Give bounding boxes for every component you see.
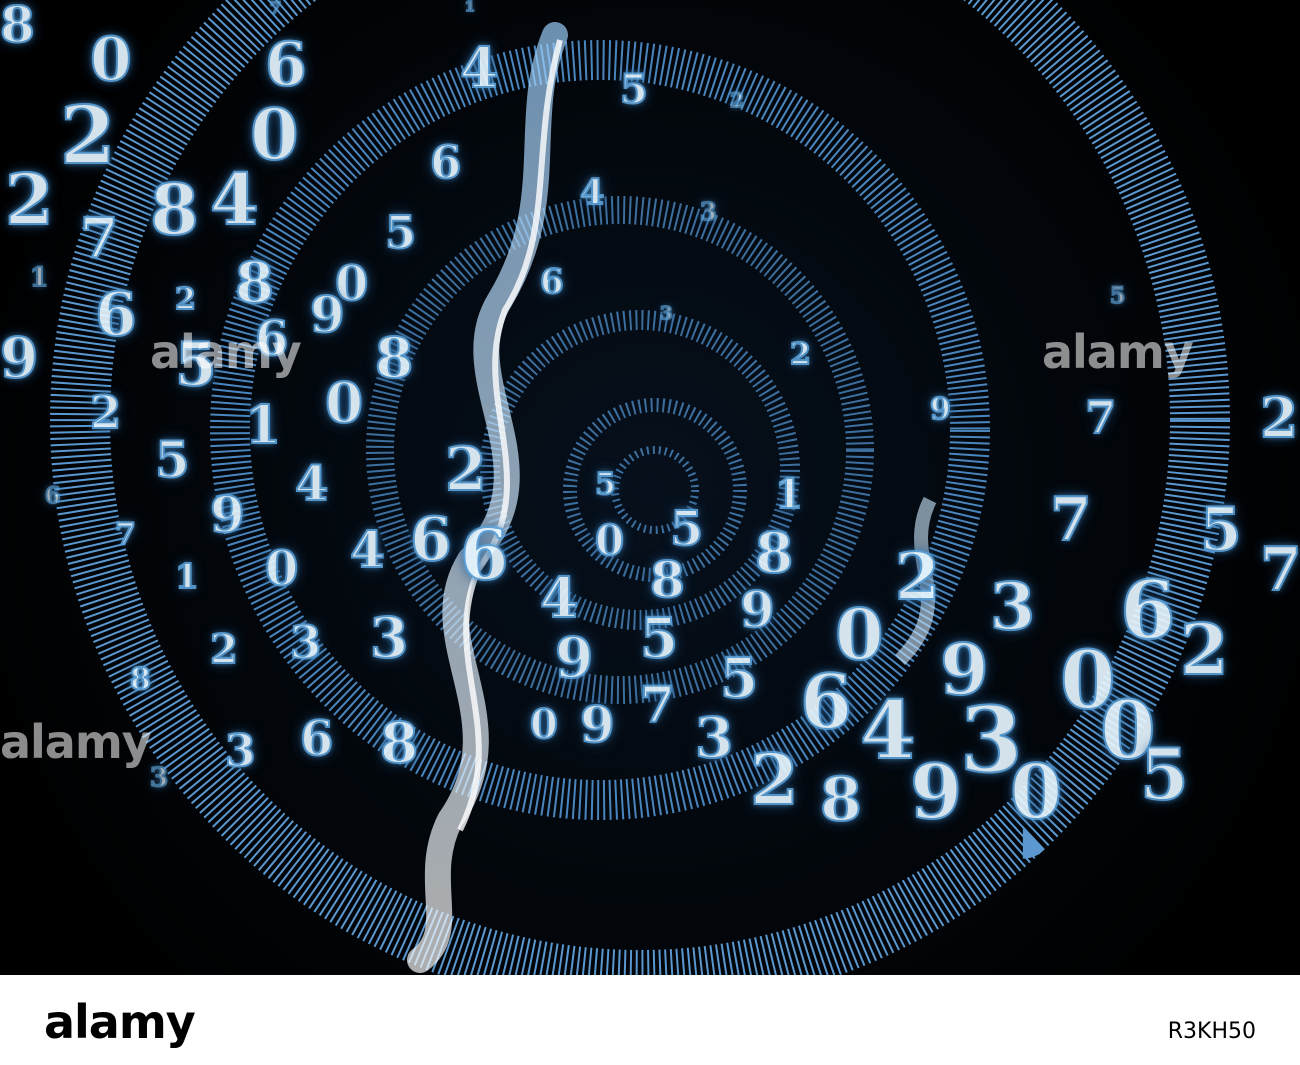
floating-digit: 7: [1049, 485, 1093, 555]
floating-digit: 0: [89, 25, 133, 95]
floating-digit: 5: [1109, 283, 1126, 309]
floating-digit: 0: [264, 541, 299, 597]
floating-digit: 8: [149, 168, 200, 251]
watermark-text: alamy: [0, 715, 152, 769]
floating-digit: 3: [699, 197, 718, 226]
floating-digit: 6: [44, 483, 61, 509]
floating-digit: 6: [459, 513, 510, 596]
floating-digit: 5: [669, 501, 704, 557]
floating-digit: 2: [729, 88, 745, 112]
floating-digit: 9: [0, 325, 39, 390]
floating-digit: 4: [459, 35, 499, 100]
floating-digit: 8: [819, 765, 863, 835]
floating-digit: 3: [659, 303, 673, 324]
floating-digit: 2: [59, 88, 117, 182]
floating-digit: 6: [409, 505, 453, 575]
floating-digit: 5: [1139, 733, 1190, 816]
floating-digit: 6: [429, 136, 462, 189]
floating-digit: 3: [149, 763, 169, 793]
floating-digit: 5: [154, 430, 191, 489]
floating-digit: 3: [224, 726, 257, 777]
floating-digit: 6: [799, 658, 853, 746]
floating-digit: 5: [639, 605, 679, 670]
floating-digit: 2: [209, 626, 239, 673]
image-id: R3KH50: [1167, 1019, 1256, 1044]
floating-digit: 4: [209, 158, 260, 241]
floating-digit: 8: [649, 550, 686, 609]
floating-digit: 1: [244, 395, 282, 456]
floating-digit: 9: [739, 580, 776, 639]
floating-digit: 2: [894, 539, 941, 615]
floating-digit: 5: [384, 206, 417, 259]
floating-digit: 5: [619, 66, 649, 113]
floating-digit: 2: [89, 386, 122, 439]
floating-digit: 7: [1084, 391, 1117, 444]
floating-digit: 9: [309, 285, 346, 344]
floating-digit: 2: [1179, 608, 1230, 691]
floating-digit: 2: [4, 158, 55, 241]
floating-digit: 8: [379, 710, 419, 775]
floating-digit: 6: [94, 280, 138, 350]
stock-image: 8710465220642843571068253696958202715294…: [0, 0, 1300, 975]
floating-digit: 4: [349, 520, 386, 579]
floating-digit: 3: [694, 705, 734, 770]
floating-digit: 3: [289, 616, 322, 669]
watermark-text: alamy: [1042, 325, 1194, 379]
floating-digit: 4: [294, 456, 329, 512]
floating-digit: 9: [554, 625, 594, 690]
floating-digit: 4: [579, 172, 605, 213]
floating-digit: 7: [114, 517, 137, 552]
floating-digit: 3: [989, 569, 1036, 645]
floating-digit: 6: [264, 30, 308, 100]
floating-digit: 1: [174, 557, 200, 597]
floating-digit: 4: [539, 565, 579, 630]
floating-digit: 9: [579, 695, 616, 754]
floating-digit: 0: [594, 516, 625, 565]
floating-digit: 2: [174, 282, 197, 317]
floating-digit: 3: [369, 605, 409, 670]
floating-digit: 6: [1119, 563, 1177, 657]
floating-digit: 9: [929, 392, 952, 427]
floating-digit: 1: [29, 263, 49, 293]
floating-digit: 9: [209, 485, 246, 544]
floating-digit: 4: [859, 683, 917, 777]
floating-digit: 8: [754, 520, 794, 585]
floating-digit: 7: [79, 205, 119, 270]
floating-digit: 2: [789, 337, 812, 372]
footer-bar: alamy R3KH50: [0, 975, 1300, 1065]
watermark-text: alamy: [150, 325, 302, 379]
floating-digit: 8: [234, 250, 275, 316]
floating-digit: 8: [374, 325, 414, 390]
floating-digit: 8: [0, 0, 36, 54]
floating-digit: 0: [1009, 748, 1063, 836]
tunnel-graphic: [0, 0, 1300, 975]
floating-digit: 7: [639, 675, 676, 734]
floating-digit: 1: [464, 0, 476, 15]
floating-digit: 8: [129, 662, 152, 697]
floating-digit: 5: [1199, 495, 1243, 565]
floating-digit: 5: [594, 467, 617, 502]
floating-digit: 1: [774, 471, 804, 518]
floating-digit: 9: [909, 748, 963, 836]
floating-digit: 2: [444, 435, 488, 505]
floating-digit: 5: [719, 645, 759, 710]
floating-digit: 0: [324, 370, 364, 435]
floating-digit: 6: [299, 711, 334, 767]
floating-digit: 2: [749, 738, 800, 821]
floating-digit: 7: [1259, 535, 1300, 605]
floating-digit: 7: [269, 0, 282, 17]
floating-digit: 0: [529, 701, 559, 748]
footer-logo: alamy: [44, 995, 196, 1049]
floating-digit: 2: [1259, 385, 1299, 450]
floating-digit: 6: [539, 262, 565, 302]
